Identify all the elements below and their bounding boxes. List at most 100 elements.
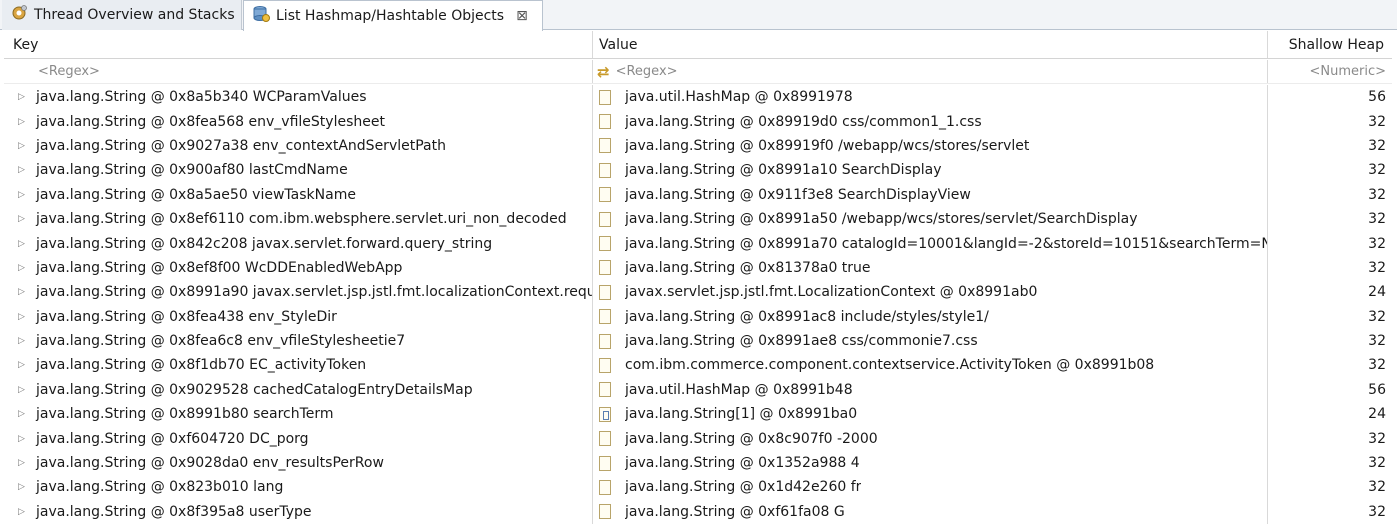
value-text: java.lang.String @ 0x8991a70 catalogId=1… xyxy=(625,235,1267,252)
expand-arrow-icon[interactable]: ▷ xyxy=(18,312,32,322)
expand-arrow-icon[interactable]: ▷ xyxy=(18,190,32,200)
tab-label: List Hashmap/Hashtable Objects xyxy=(276,8,505,24)
key-cell: ▷ java.lang.String @ 0x8991a90 javax.serv… xyxy=(4,280,593,305)
tab-thread-overview[interactable]: Thread Overview and Stacks xyxy=(2,0,242,30)
value-text: java.lang.String @ 0x8991a50 /webapp/wcs… xyxy=(625,211,1138,228)
shallow-heap-cell: 32 xyxy=(1368,357,1386,374)
object-icon xyxy=(599,284,611,300)
table-row[interactable]: ▷ java.lang.String @ 0x9028da0 env_result… xyxy=(4,450,1392,476)
value-text: com.ibm.commerce.component.contextservic… xyxy=(625,357,1155,374)
shallow-heap-cell: 32 xyxy=(1368,479,1386,496)
value-cell: java.lang.String @ 0x1d42e260 fr xyxy=(593,475,1268,500)
shallow-heap-cell: 56 xyxy=(1368,381,1386,398)
expand-arrow-icon[interactable]: ▷ xyxy=(18,507,32,517)
table-row[interactable]: ▷ java.lang.String @ 0x9027a38 env_contex… xyxy=(4,133,1392,159)
close-icon[interactable]: ⊠ xyxy=(516,8,528,24)
key-cell: ▷ java.lang.String @ 0x8ef8f00 WcDDEnable… xyxy=(4,255,593,281)
object-icon xyxy=(599,211,611,227)
object-icon xyxy=(599,333,611,349)
value-text: java.lang.String @ 0x8c907f0 -2000 xyxy=(625,430,878,447)
table-row[interactable]: ▷ java.lang.String @ 0x8a5b340 WCParamVal… xyxy=(4,85,1392,110)
expand-arrow-icon[interactable]: ▷ xyxy=(18,434,32,444)
table-row[interactable]: ▷ java.lang.String @ 0x8991b80 searchTerm… xyxy=(4,402,1392,427)
expand-arrow-icon[interactable]: ▷ xyxy=(18,385,32,395)
object-icon xyxy=(599,479,611,495)
object-icon xyxy=(599,114,611,130)
key-text: java.lang.String @ 0x9028da0 env_results… xyxy=(36,455,384,472)
tab-list-hashmap[interactable]: List Hashmap/Hashtable Objects ⊠ xyxy=(243,0,543,31)
table-row[interactable]: ▷ java.lang.String @ 0x8ef6110 com.ibm.we… xyxy=(4,206,1392,232)
value-text: java.lang.String @ 0x8991a10 SearchDispl… xyxy=(625,162,942,179)
shallow-heap-cell: 32 xyxy=(1368,503,1386,520)
table-row[interactable]: ▷ java.lang.String @ 0x900af80 lastCmdNam… xyxy=(4,158,1392,183)
value-cell: java.lang.String @ 0x89919d0 css/common1… xyxy=(593,109,1268,134)
expand-arrow-icon[interactable]: ▷ xyxy=(18,92,32,102)
table-row[interactable]: ▷ java.lang.String @ 0x8f1db70 EC_activit… xyxy=(4,353,1392,378)
object-icon xyxy=(599,309,611,325)
key-text: java.lang.String @ 0x8ef6110 com.ibm.web… xyxy=(36,211,567,228)
key-text: java.lang.String @ 0x8ef8f00 WcDDEnabled… xyxy=(36,259,403,276)
expand-arrow-icon[interactable]: ▷ xyxy=(18,214,32,224)
key-cell: ▷ java.lang.String @ 0x8fea6c8 env_vfileS… xyxy=(4,328,593,354)
heap-numeric-filter[interactable]: <Numeric> xyxy=(1268,60,1392,83)
key-cell: ▷ java.lang.String @ 0x8ef6110 com.ibm.we… xyxy=(4,206,593,232)
expand-arrow-icon[interactable]: ▷ xyxy=(18,409,32,419)
table-row[interactable]: ▷ java.lang.String @ 0x8f395a8 userType ja… xyxy=(4,499,1392,525)
shallow-heap-cell: 24 xyxy=(1368,406,1386,423)
table-row[interactable]: ▷ java.lang.String @ 0x8fea438 env_StyleD… xyxy=(4,304,1392,329)
table-row[interactable]: ▷ java.lang.String @ 0x8fea568 env_vfileS… xyxy=(4,109,1392,134)
key-text: java.lang.String @ 0x8991b80 searchTerm xyxy=(36,406,334,423)
value-cell: java.lang.String @ 0x1352a988 4 xyxy=(593,450,1268,476)
swap-arrows-icon[interactable]: ⇄ xyxy=(597,63,610,81)
key-text: java.lang.String @ 0x9027a38 env_context… xyxy=(36,137,446,154)
column-header-shallow-heap[interactable]: Shallow Heap xyxy=(1268,31,1392,58)
value-cell: java.lang.String @ 0x8991ae8 css/commoni… xyxy=(593,328,1268,354)
expand-arrow-icon[interactable]: ▷ xyxy=(18,336,32,346)
expand-arrow-icon[interactable]: ▷ xyxy=(18,117,32,127)
table-row[interactable]: ▷ java.lang.String @ 0x8a5ae50 viewTaskNa… xyxy=(4,182,1392,207)
object-icon xyxy=(599,236,611,252)
expand-arrow-icon[interactable]: ▷ xyxy=(18,263,32,273)
expand-arrow-icon[interactable]: ▷ xyxy=(18,239,32,249)
table-row[interactable]: ▷ java.lang.String @ 0x8991a90 javax.serv… xyxy=(4,280,1392,305)
value-cell: java.lang.String @ 0x89919f0 /webapp/wcs… xyxy=(593,133,1268,159)
key-text: java.lang.String @ 0x8f395a8 userType xyxy=(36,503,312,520)
expand-arrow-icon[interactable]: ▷ xyxy=(18,287,32,297)
key-cell: ▷ java.lang.String @ 0x8f1db70 EC_activit… xyxy=(4,353,593,378)
table-row[interactable]: ▷ java.lang.String @ 0x8fea6c8 env_vfileS… xyxy=(4,328,1392,354)
value-text: java.util.HashMap @ 0x8991978 xyxy=(625,89,853,106)
filter-row: <Regex> ⇄ <Regex> <Numeric> xyxy=(4,60,1392,84)
expand-arrow-icon[interactable]: ▷ xyxy=(18,458,32,468)
column-header-key[interactable]: Key xyxy=(4,31,593,58)
expand-arrow-icon[interactable]: ▷ xyxy=(18,141,32,151)
key-cell: ▷ java.lang.String @ 0xf604720 DC_porg xyxy=(4,426,593,451)
shallow-heap-cell: 32 xyxy=(1368,235,1386,252)
value-regex-filter[interactable]: <Regex> xyxy=(616,64,678,79)
key-text: java.lang.String @ 0x8a5ae50 viewTaskNam… xyxy=(36,186,356,203)
key-text: java.lang.String @ 0x842c208 javax.servl… xyxy=(36,235,493,252)
shallow-heap-cell: 32 xyxy=(1368,186,1386,203)
table-row[interactable]: ▷ java.lang.String @ 0x823b010 lang java.l… xyxy=(4,475,1392,500)
expand-arrow-icon[interactable]: ▷ xyxy=(18,482,32,492)
column-header-value[interactable]: Value xyxy=(593,31,1268,58)
value-cell: java.lang.String[1] @ 0x8991ba0 xyxy=(593,402,1268,427)
table-row[interactable]: ▷ java.lang.String @ 0x8ef8f00 WcDDEnable… xyxy=(4,255,1392,281)
key-text: java.lang.String @ 0x8fea6c8 env_vfileSt… xyxy=(36,333,406,350)
shallow-heap-cell: 32 xyxy=(1368,137,1386,154)
shallow-heap-cell: 32 xyxy=(1368,259,1386,276)
db-icon xyxy=(252,5,270,27)
table-row[interactable]: ▷ java.lang.String @ 0xf604720 DC_porg jav… xyxy=(4,426,1392,451)
table-row[interactable]: ▷ java.lang.String @ 0x9029528 cachedCata… xyxy=(4,377,1392,403)
object-icon xyxy=(599,187,611,203)
expand-arrow-icon[interactable]: ▷ xyxy=(18,165,32,175)
value-text: java.lang.String @ 0x8991ae8 css/commoni… xyxy=(625,333,978,350)
key-regex-filter[interactable]: <Regex> xyxy=(4,60,593,83)
key-cell: ▷ java.lang.String @ 0x823b010 lang xyxy=(4,475,593,500)
key-cell: ▷ java.lang.String @ 0x842c208 javax.serv… xyxy=(4,231,593,256)
key-cell: ▷ java.lang.String @ 0x900af80 lastCmdNam… xyxy=(4,158,593,183)
table-row[interactable]: ▷ java.lang.String @ 0x842c208 javax.serv… xyxy=(4,231,1392,256)
shallow-heap-cell: 32 xyxy=(1368,455,1386,472)
tab-label: Thread Overview and Stacks xyxy=(34,7,235,23)
value-text: java.lang.String @ 0x89919d0 css/common1… xyxy=(625,113,982,130)
expand-arrow-icon[interactable]: ▷ xyxy=(18,360,32,370)
